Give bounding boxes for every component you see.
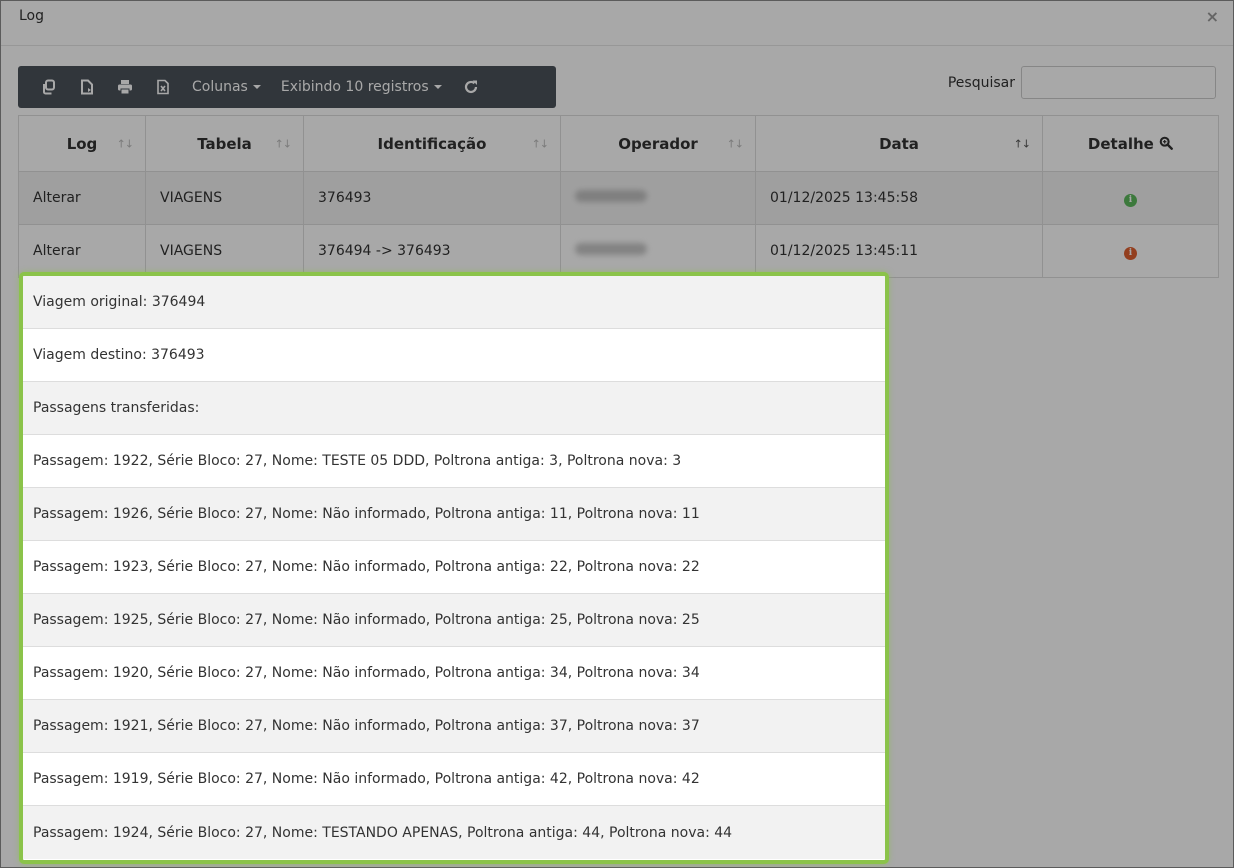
detail-line: Passagem: 1923, Série Bloco: 27, Nome: N… — [23, 541, 885, 594]
detail-line: Passagem: 1926, Série Bloco: 27, Nome: N… — [23, 488, 885, 541]
detail-line: Passagem: 1921, Série Bloco: 27, Nome: N… — [23, 700, 885, 753]
detail-line: Passagem: 1919, Série Bloco: 27, Nome: N… — [23, 753, 885, 806]
detail-line: Passagem: 1920, Série Bloco: 27, Nome: N… — [23, 647, 885, 700]
detail-line: Passagem: 1924, Série Bloco: 27, Nome: T… — [23, 806, 885, 859]
detail-line: Passagens transferidas: — [23, 382, 885, 435]
detail-line: Passagem: 1925, Série Bloco: 27, Nome: N… — [23, 594, 885, 647]
detail-line: Viagem original: 376494 — [23, 276, 885, 329]
detail-line: Passagem: 1922, Série Bloco: 27, Nome: T… — [23, 435, 885, 488]
detail-popover: Viagem original: 376494 Viagem destino: … — [19, 272, 889, 864]
detail-line: Viagem destino: 376493 — [23, 329, 885, 382]
